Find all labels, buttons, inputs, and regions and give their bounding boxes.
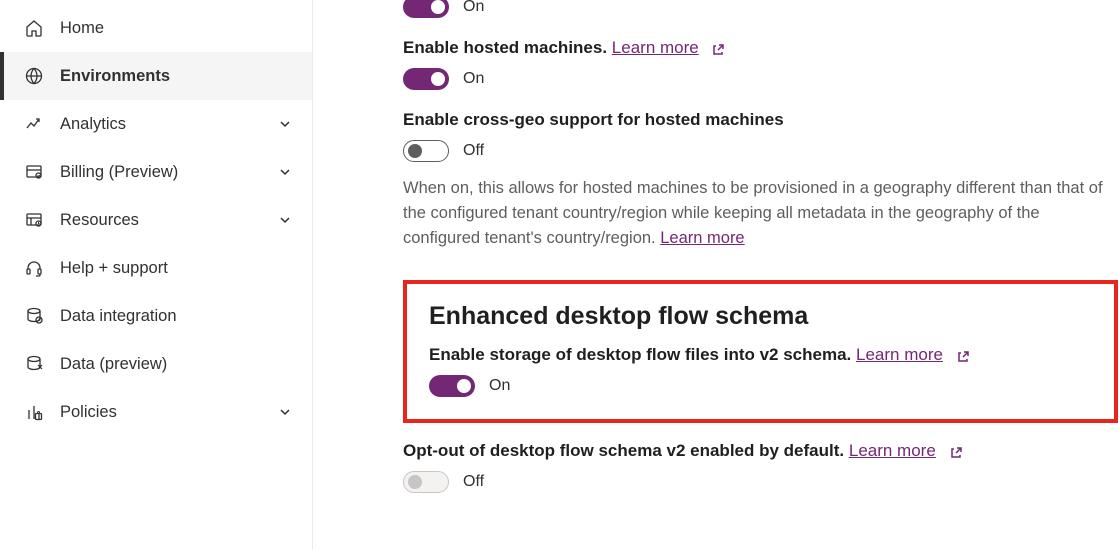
toggle-opt-out — [403, 471, 449, 493]
billing-icon — [24, 162, 44, 182]
headset-icon — [24, 258, 44, 278]
learn-more-link[interactable]: Learn more — [856, 345, 943, 364]
sidebar-item-label: Data (preview) — [60, 355, 292, 374]
sidebar-item-environments[interactable]: Environments — [0, 52, 312, 100]
toggle-top[interactable] — [403, 0, 449, 18]
sidebar-item-label: Billing (Preview) — [60, 163, 262, 182]
learn-more-link[interactable]: Learn more — [849, 441, 936, 460]
learn-more-link[interactable]: Learn more — [660, 229, 744, 247]
external-link-icon — [949, 445, 963, 459]
sidebar-item-label: Environments — [60, 67, 292, 86]
toggle-enhanced-schema[interactable] — [429, 375, 475, 397]
chevron-down-icon — [278, 165, 292, 179]
sidebar-item-label: Analytics — [60, 115, 262, 134]
toggle-state-label: Off — [463, 473, 484, 491]
setting-label-opt-out: Opt-out of desktop flow schema v2 enable… — [403, 441, 1119, 461]
sidebar-item-label: Resources — [60, 211, 262, 230]
setting-label-cross-geo: Enable cross-geo support for hosted mach… — [403, 110, 1119, 130]
data-integration-icon — [24, 306, 44, 326]
chevron-down-icon — [278, 117, 292, 131]
setting-label-enhanced-schema: Enable storage of desktop flow files int… — [429, 345, 1092, 365]
enhanced-schema-highlight: Enhanced desktop flow schema Enable stor… — [403, 280, 1118, 423]
toggle-state-label: On — [463, 0, 484, 16]
cross-geo-description: When on, this allows for hosted machines… — [403, 176, 1119, 250]
sidebar-item-analytics[interactable]: Analytics — [0, 100, 312, 148]
toggle-cross-geo[interactable] — [403, 140, 449, 162]
toggle-hosted-machines[interactable] — [403, 68, 449, 90]
sidebar-item-help[interactable]: Help + support — [0, 244, 312, 292]
sidebar-item-label: Policies — [60, 403, 262, 422]
sidebar-item-data-integration[interactable]: Data integration — [0, 292, 312, 340]
external-link-icon — [956, 349, 970, 363]
chevron-down-icon — [278, 405, 292, 419]
sidebar-item-home[interactable]: Home — [0, 4, 312, 52]
globe-icon — [24, 66, 44, 86]
toggle-state-label: On — [463, 70, 484, 88]
section-title-enhanced-schema: Enhanced desktop flow schema — [429, 302, 1092, 331]
sidebar-item-data-preview[interactable]: Data (preview) — [0, 340, 312, 388]
sidebar: Home Environments Analytics Billing (Pre… — [0, 0, 313, 550]
sidebar-item-label: Data integration — [60, 307, 292, 326]
analytics-icon — [24, 114, 44, 134]
sidebar-item-policies[interactable]: Policies — [0, 388, 312, 436]
sidebar-item-label: Home — [60, 19, 292, 38]
sidebar-item-label: Help + support — [60, 259, 292, 278]
setting-label-hosted-machines: Enable hosted machines. Learn more — [403, 38, 1119, 58]
sidebar-item-billing[interactable]: Billing (Preview) — [0, 148, 312, 196]
learn-more-link[interactable]: Learn more — [612, 38, 699, 57]
data-preview-icon — [24, 354, 44, 374]
toggle-state-label: On — [489, 377, 510, 395]
policies-icon — [24, 402, 44, 422]
home-icon — [24, 18, 44, 38]
main-content: On Enable hosted machines. Learn more On… — [313, 0, 1119, 550]
toggle-state-label: Off — [463, 142, 484, 160]
external-link-icon — [711, 42, 725, 56]
sidebar-item-resources[interactable]: Resources — [0, 196, 312, 244]
resources-icon — [24, 210, 44, 230]
chevron-down-icon — [278, 213, 292, 227]
